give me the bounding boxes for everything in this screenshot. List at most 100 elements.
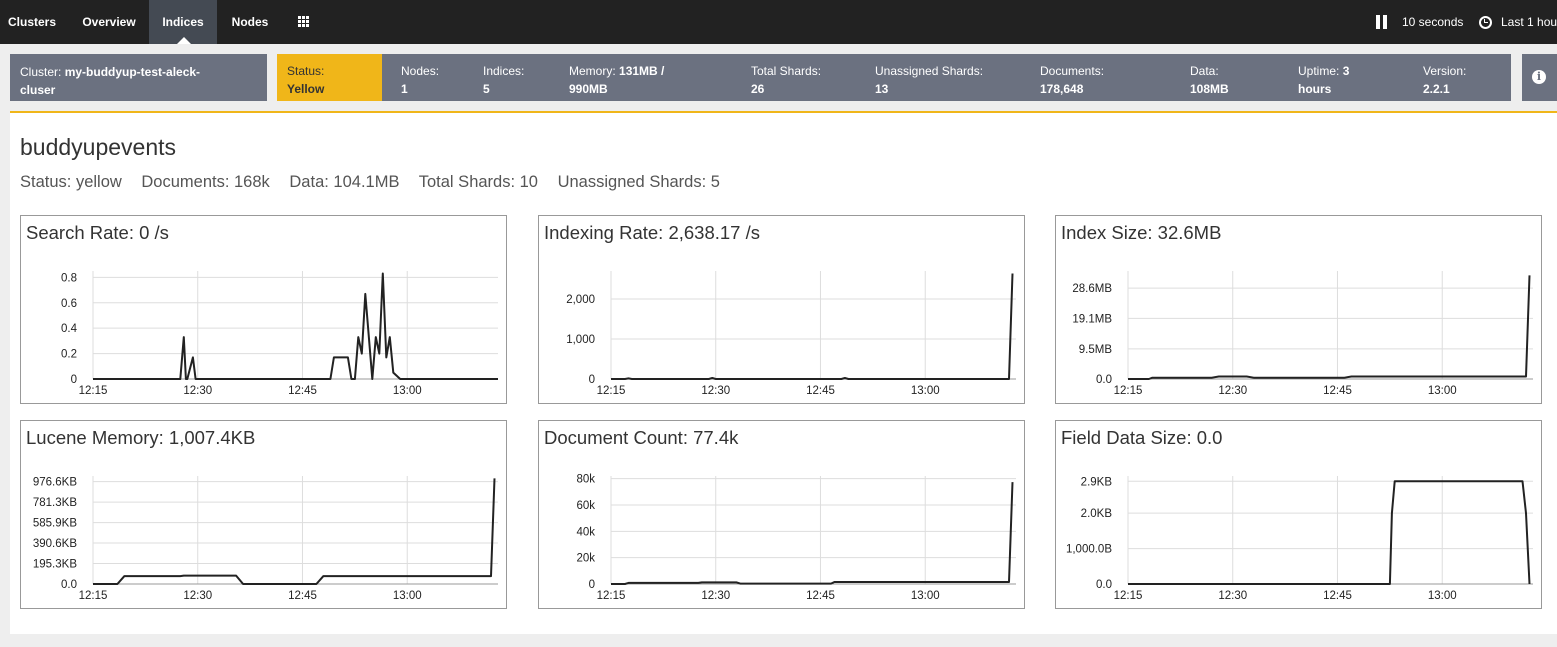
x-tick-label: 12:15 <box>597 590 626 602</box>
index-total-shards: Total Shards: 10 <box>418 173 538 191</box>
indices-label: Indices: <box>483 64 525 78</box>
chart-plot: 12:15 12:30 12:45 13:00 0 0.2 0.4 0.6 0.8 <box>61 271 498 397</box>
total-shards-stat: Total Shards: 26 <box>751 62 821 98</box>
cluster-name-line2: cluser <box>20 83 56 97</box>
time-range[interactable]: Last 1 hour <box>1501 0 1557 44</box>
y-tick-label: 585.9KB <box>33 518 77 530</box>
status-badge: Status: Yellow <box>277 54 382 101</box>
tab-clusters[interactable]: Clusters <box>0 0 64 44</box>
active-tab-caret <box>177 37 191 44</box>
cluster-label: Cluster: <box>20 65 62 79</box>
version-label: Version: <box>1423 64 1467 78</box>
total-shards-label: Total Shards: <box>751 64 822 78</box>
nodes-label: Nodes: <box>401 64 440 78</box>
total-shards-value: 26 <box>751 82 765 96</box>
clock-icon[interactable] <box>1479 16 1492 29</box>
x-tick-label: 13:00 <box>1428 385 1457 397</box>
memory-stat: Memory: 131MB / 990MB <box>569 62 664 98</box>
chart-plot: 12:15 12:30 12:45 13:00 0 1,000 2,000 <box>566 271 1016 397</box>
x-tick-label: 13:00 <box>393 385 422 397</box>
x-tick-label: 12:30 <box>183 590 212 602</box>
info-button[interactable]: i <box>1522 54 1557 101</box>
version-value: 2.2.1 <box>1423 82 1450 96</box>
top-nav: Clusters Overview Indices Nodes 10 secon… <box>0 0 1557 44</box>
y-tick-label: 9.5MB <box>1079 344 1113 356</box>
x-tick-label: 12:30 <box>1218 385 1247 397</box>
status-label: Status: <box>287 64 325 78</box>
x-tick-label: 12:15 <box>79 590 108 602</box>
x-tick-label: 13:00 <box>1428 590 1457 602</box>
y-tick-label: 80k <box>576 474 595 486</box>
y-tick-label: 0.0 <box>61 579 77 591</box>
x-tick-label: 12:15 <box>1114 385 1143 397</box>
x-tick-label: 13:00 <box>911 385 940 397</box>
y-tick-label: 390.6KB <box>33 538 77 550</box>
chart-plot: 12:15 12:30 12:45 13:00 0.0 1,000.0B 2.0KB 2.9K… <box>1066 476 1533 602</box>
indices-stat: Indices: 5 <box>483 62 524 98</box>
x-tick-label: 12:45 <box>1323 385 1352 397</box>
info-icon: i <box>1532 70 1546 84</box>
indices-value: 5 <box>483 82 490 96</box>
documents-value: 178,648 <box>1040 82 1084 96</box>
chart-indexing-rate: Indexing Rate: 2,638.17 /s 12:15 12:30 12:… <box>538 215 1025 404</box>
y-tick-label: 2,000 <box>566 294 595 306</box>
y-tick-label: 19.1MB <box>1072 313 1112 325</box>
grid-icon[interactable] <box>298 16 309 27</box>
x-tick-label: 12:45 <box>806 385 835 397</box>
y-tick-label: 781.3KB <box>33 497 77 509</box>
y-tick-label: 28.6MB <box>1072 283 1112 295</box>
data-label: Data: <box>1190 64 1219 78</box>
series-line <box>1128 275 1531 380</box>
y-tick-label: 60k <box>576 500 595 512</box>
memory-value-line2: 990MB <box>569 82 608 96</box>
nodes-value: 1 <box>401 82 408 96</box>
x-tick-label: 12:30 <box>701 385 730 397</box>
uptime-value-line1: 3 <box>1342 64 1350 78</box>
x-tick-label: 12:45 <box>288 385 317 397</box>
x-tick-label: 12:45 <box>288 590 317 602</box>
memory-value-line1: 131MB / <box>619 64 665 78</box>
x-tick-label: 12:30 <box>183 385 212 397</box>
series-line <box>1128 480 1531 585</box>
y-tick-label: 0 <box>589 374 595 386</box>
version-stat: Version: 2.2.1 <box>1423 62 1466 98</box>
tab-overview[interactable]: Overview <box>71 0 147 44</box>
series-line <box>93 478 496 585</box>
index-summary: Status: yellow Documents: 168k Data: 104… <box>20 173 735 192</box>
index-title: buddyupevents <box>20 134 177 160</box>
cluster-status-bar: Status: Yellow Nodes: 1 Indices: 5 Memor… <box>277 54 1511 101</box>
y-tick-label: 0.8 <box>61 272 77 284</box>
unassigned-shards-value: 13 <box>875 82 889 96</box>
y-tick-label: 0.6 <box>61 298 77 310</box>
tab-nodes[interactable]: Nodes <box>220 0 280 44</box>
uptime-label: Uptime: <box>1298 64 1340 78</box>
pause-icon[interactable] <box>1376 15 1388 29</box>
cluster-name-box[interactable]: Cluster: my-buddyup-test-aleck- cluser <box>10 54 267 101</box>
index-documents: Documents: 168k <box>141 173 270 191</box>
index-status: Status: yellow <box>20 173 122 191</box>
series-line <box>93 272 498 380</box>
nodes-stat: Nodes: 1 <box>401 62 439 98</box>
x-tick-label: 12:45 <box>806 590 835 602</box>
x-tick-label: 12:30 <box>1218 590 1247 602</box>
memory-label: Memory: <box>569 64 616 78</box>
cluster-name-line1: my-buddyup-test-aleck- <box>64 65 201 79</box>
y-tick-label: 1,000.0B <box>1066 544 1112 556</box>
refresh-interval[interactable]: 10 seconds <box>1402 0 1463 44</box>
x-tick-label: 13:00 <box>911 590 940 602</box>
y-tick-label: 40k <box>576 526 595 538</box>
status-value: Yellow <box>287 82 325 96</box>
y-tick-label: 2.0KB <box>1081 508 1113 520</box>
unassigned-shards-stat: Unassigned Shards: 13 <box>875 62 983 98</box>
x-tick-label: 12:15 <box>1114 590 1143 602</box>
documents-stat: Documents: 178,648 <box>1040 62 1104 98</box>
series-line <box>611 273 1014 380</box>
x-tick-label: 12:45 <box>1323 590 1352 602</box>
x-tick-label: 12:15 <box>597 385 626 397</box>
y-tick-label: 0.4 <box>61 323 78 335</box>
index-data: Data: 104.1MB <box>289 173 400 191</box>
uptime-value-line2: hours <box>1298 82 1332 96</box>
chart-index-size: Index Size: 32.6MB 12:15 12:30 12:45 13:00 0… <box>1055 215 1542 404</box>
x-tick-label: 13:00 <box>393 590 422 602</box>
chart-document-count: Document Count: 77.4k 12:15 12:30 12:45 13:… <box>538 420 1025 609</box>
